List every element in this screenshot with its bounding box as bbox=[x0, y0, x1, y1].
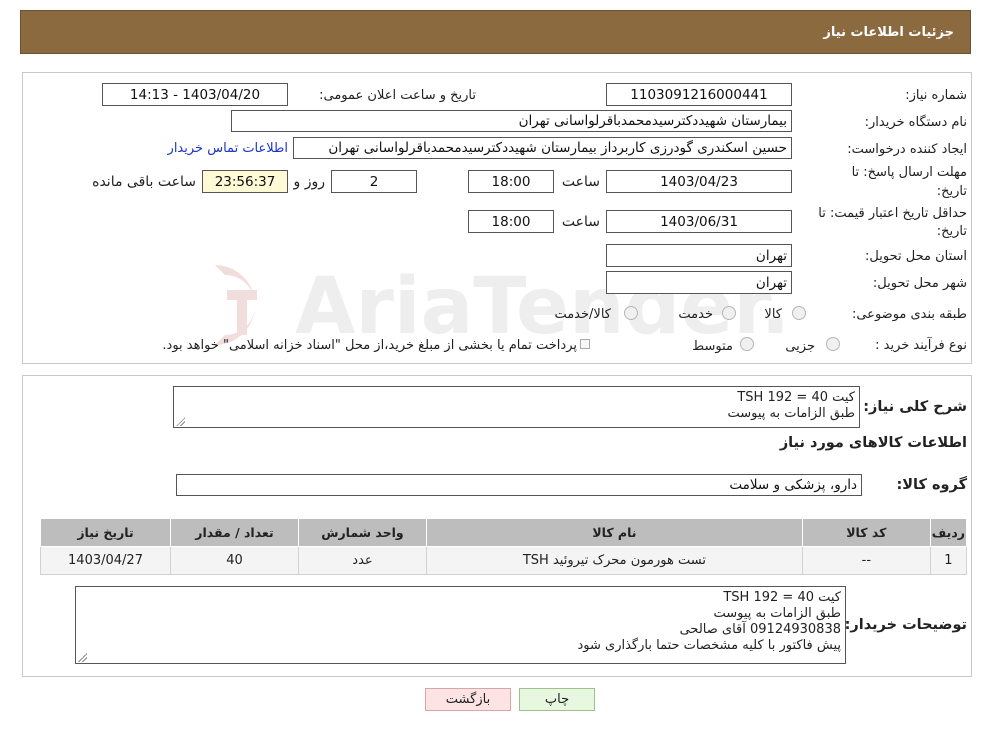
page-title: جزئیات اطلاعات نیاز bbox=[823, 24, 954, 40]
cell-item-code: -- bbox=[801, 546, 931, 575]
validity-label: حداقل تاریخ اعتبار قیمت: تا bbox=[818, 206, 967, 221]
general-desc-textarea[interactable]: کیت 40 = TSH 192 طبق الزامات به پیوست bbox=[173, 386, 860, 428]
col-quantity: تعداد / مقدار bbox=[170, 518, 299, 547]
category-radio-service[interactable] bbox=[722, 306, 736, 320]
category-radio-goods[interactable] bbox=[792, 306, 806, 320]
validity-date-field: 1403/06/31 bbox=[606, 210, 792, 233]
validity-label-2: تاریخ: bbox=[936, 224, 967, 239]
cell-item-name: تست هورمون محرک تیروئید TSH bbox=[425, 546, 803, 575]
buyer-notes-textarea[interactable]: کیت 40 = TSH 192 طبق الزامات به پیوست 09… bbox=[75, 586, 846, 664]
days-field: 2 bbox=[331, 170, 417, 193]
buyer-org-label: نام دستگاه خریدار: bbox=[864, 115, 967, 130]
validity-time-label: ساعت bbox=[561, 214, 600, 230]
col-row-number: ردیف bbox=[929, 518, 968, 547]
buyer-contact-link[interactable]: اطلاعات تماس خریدار bbox=[168, 141, 288, 156]
cell-need-date: 1403/04/27 bbox=[39, 546, 172, 575]
col-item-code: کد کالا bbox=[801, 518, 931, 547]
table-header-row: ردیف کد کالا نام کالا واحد شمارش تعداد /… bbox=[39, 518, 968, 547]
goods-group-label: گروه کالا: bbox=[896, 477, 967, 493]
province-label: استان محل تحویل: bbox=[865, 249, 967, 264]
goods-info-title: اطلاعات کالاهای مورد نیاز bbox=[779, 435, 967, 451]
resize-grip-icon[interactable] bbox=[176, 417, 185, 426]
print-button[interactable]: چاپ bbox=[519, 688, 595, 711]
reply-deadline-label: مهلت ارسال پاسخ: تا bbox=[851, 165, 967, 180]
cell-unit: عدد bbox=[297, 546, 427, 575]
category-option-service: خدمت bbox=[678, 307, 713, 322]
cell-quantity: 40 bbox=[170, 546, 299, 575]
need-number-label: شماره نیاز: bbox=[905, 88, 967, 103]
remaining-time-label: ساعت باقی مانده bbox=[92, 174, 196, 190]
need-number-field: 1103091216000441 bbox=[606, 83, 792, 106]
reply-date-field: 1403/04/23 bbox=[606, 170, 792, 193]
buyer-notes-line-1: کیت 40 = TSH 192 bbox=[723, 590, 841, 605]
table-row: 1 -- تست هورمون محرک تیروئید TSH عدد 40 … bbox=[39, 546, 968, 575]
process-option-minor: جزیی bbox=[785, 339, 815, 354]
cell-row-number: 1 bbox=[929, 546, 968, 575]
buyer-notes-label: توضیحات خریدار: bbox=[844, 617, 967, 633]
col-unit: واحد شمارش bbox=[297, 518, 427, 547]
process-option-medium: متوسط bbox=[692, 339, 733, 354]
goods-group-field: دارو، پزشکی و سلامت bbox=[176, 474, 862, 496]
remaining-time-field: 23:56:37 bbox=[202, 170, 288, 193]
col-need-date: تاریخ نیاز bbox=[39, 518, 172, 547]
buyer-notes-line-4: پیش فاکتور با کلیه مشخصات حتما بارگذاری … bbox=[577, 638, 841, 653]
process-radio-minor[interactable] bbox=[826, 337, 840, 351]
buyer-org-field: بیمارستان شهیددکترسیدمحمدباقرلواسانی تهر… bbox=[231, 110, 792, 132]
reply-deadline-label-2: تاریخ: bbox=[936, 184, 967, 199]
page-header: جزئیات اطلاعات نیاز bbox=[20, 10, 971, 54]
process-label: نوع فرآیند خرید : bbox=[875, 338, 967, 353]
process-note: پرداخت تمام یا بخشی از مبلغ خرید،از محل … bbox=[162, 338, 577, 353]
reply-time-label: ساعت bbox=[561, 174, 600, 190]
process-radio-medium[interactable] bbox=[740, 337, 754, 351]
goods-table: ردیف کد کالا نام کالا واحد شمارش تعداد /… bbox=[39, 518, 968, 575]
city-field: تهران bbox=[606, 271, 792, 294]
province-field: تهران bbox=[606, 244, 792, 267]
creator-label: ایجاد کننده درخواست: bbox=[847, 142, 967, 157]
general-desc-line-1: کیت 40 = TSH 192 bbox=[737, 390, 855, 405]
buyer-notes-line-2: طبق الزامات به پیوست bbox=[713, 606, 841, 621]
treasury-checkbox[interactable] bbox=[580, 339, 590, 349]
reply-time-field: 18:00 bbox=[468, 170, 554, 193]
buyer-notes-line-3: 09124930838 آقای صالحی bbox=[679, 622, 841, 637]
announce-datetime-field: 1403/04/20 - 14:13 bbox=[102, 83, 288, 106]
general-desc-line-2: طبق الزامات به پیوست bbox=[727, 406, 855, 421]
category-label: طبقه بندی موضوعی: bbox=[851, 307, 967, 322]
general-desc-label: شرح کلی نیاز: bbox=[863, 399, 967, 415]
city-label: شهر محل تحویل: bbox=[872, 276, 967, 291]
resize-grip-icon[interactable] bbox=[78, 653, 87, 662]
validity-time-field: 18:00 bbox=[468, 210, 554, 233]
back-button[interactable]: بازگشت bbox=[425, 688, 511, 711]
days-label: روز و bbox=[293, 174, 326, 190]
col-item-name: نام کالا bbox=[425, 518, 803, 547]
category-option-goods: کالا bbox=[764, 307, 782, 322]
category-option-goods-service: کالا/خدمت bbox=[554, 307, 611, 322]
creator-field: حسین اسکندری گودرزی کاربرداز بیمارستان ش… bbox=[293, 137, 792, 159]
category-radio-goods-service[interactable] bbox=[624, 306, 638, 320]
announce-label: تاریخ و ساعت اعلان عمومی: bbox=[319, 88, 476, 103]
